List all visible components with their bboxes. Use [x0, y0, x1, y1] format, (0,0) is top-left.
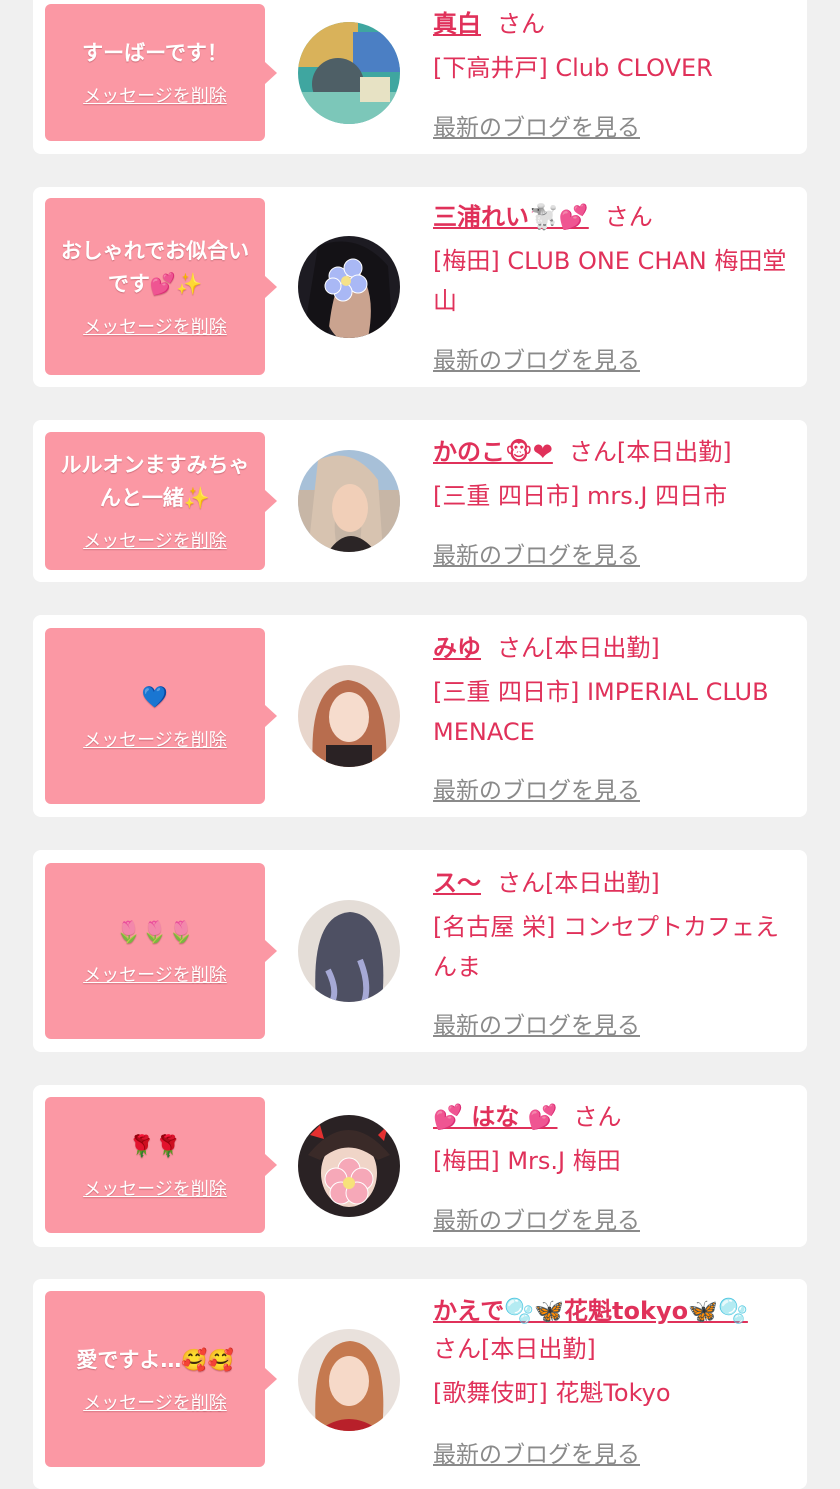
shop-name: [梅田] CLUB ONE CHAN 梅田堂山 — [433, 247, 787, 315]
card-info: 💕 はな 💕 さん [梅田] Mrs.J 梅田 — [433, 1099, 793, 1181]
avatar[interactable] — [298, 236, 400, 338]
message-text: 🌷🌷🌷 — [115, 919, 195, 944]
shop-name: [名古屋 栄] コンセプトカフェえんま — [433, 913, 779, 981]
profile-name-link[interactable]: 真白 — [433, 10, 481, 38]
delete-message-link[interactable]: メッセージを削除 — [83, 961, 227, 987]
message-card: 🌹🌹 メッセージを削除 💕 はな 💕 さん [梅田] Mrs.J 梅田 最新のブロ… — [33, 1085, 807, 1247]
message-text: 🌹🌹 — [128, 1133, 182, 1158]
shop-name: [梅田] Mrs.J 梅田 — [433, 1147, 621, 1175]
message-bubble: 💙 メッセージを削除 — [45, 628, 277, 804]
message-bubble: すーばーです！ メッセージを削除 — [45, 4, 277, 141]
name-suffix: さん[本日出勤] — [433, 1335, 596, 1363]
message-card: 💙 メッセージを削除 みゆ さん[本日出勤] [三重 四日市] IMPERIAL … — [33, 615, 807, 817]
name-suffix: さん[本日出勤] — [497, 869, 660, 897]
message-text: ルルオンますみちゃんと一緒✨ — [60, 453, 250, 510]
latest-blog-link[interactable]: 最新のブログを見る — [433, 1006, 640, 1040]
message-card: 愛ですよ…🥰🥰 メッセージを削除 かえで🫧🦋花魁tokyo🦋🫧 さん[本日出勤] … — [33, 1279, 807, 1489]
card-info: 真白 さん [下高井戸] Club CLOVER — [433, 6, 793, 88]
profile-name-link[interactable]: ス〜 — [433, 869, 481, 897]
message-bubble: おしゃれでお似合いです💕✨ メッセージを削除 — [45, 198, 277, 375]
avatar[interactable] — [298, 1329, 400, 1431]
latest-blog-link[interactable]: 最新のブログを見る — [433, 1435, 640, 1469]
name-suffix: さん — [573, 1103, 622, 1131]
message-card: すーばーです！ メッセージを削除 真白 さん [下高井戸] Club CLOVER… — [33, 0, 807, 154]
card-info: 三浦れい🐩💕 さん [梅田] CLUB ONE CHAN 梅田堂山 — [433, 199, 793, 321]
message-bubble: 🌷🌷🌷 メッセージを削除 — [45, 863, 277, 1039]
card-info: かえで🫧🦋花魁tokyo🦋🫧 さん[本日出勤] [歌舞伎町] 花魁Tokyo — [433, 1293, 793, 1413]
message-bubble: 🌹🌹 メッセージを削除 — [45, 1097, 277, 1233]
profile-name-link[interactable]: かのこ🐵❤ — [433, 438, 553, 466]
avatar[interactable] — [298, 1115, 400, 1217]
message-text: 💙 — [141, 684, 169, 709]
message-card: 🌷🌷🌷 メッセージを削除 ス〜 さん[本日出勤] [名古屋 栄] コンセプトカフェ… — [33, 850, 807, 1052]
card-info: ス〜 さん[本日出勤] [名古屋 栄] コンセプトカフェえんま — [433, 865, 793, 987]
latest-blog-link[interactable]: 最新のブログを見る — [433, 771, 640, 805]
delete-message-link[interactable]: メッセージを削除 — [83, 313, 227, 339]
avatar[interactable] — [298, 450, 400, 552]
shop-name: [三重 四日市] mrs.J 四日市 — [433, 482, 728, 510]
latest-blog-link[interactable]: 最新のブログを見る — [433, 1201, 640, 1235]
profile-name-link[interactable]: かえで🫧🦋花魁tokyo🦋🫧 — [433, 1297, 748, 1325]
shop-name: [歌舞伎町] 花魁Tokyo — [433, 1379, 671, 1407]
message-text: 愛ですよ…🥰🥰 — [76, 1347, 234, 1372]
delete-message-link[interactable]: メッセージを削除 — [83, 527, 227, 553]
message-text: すーばーです！ — [82, 41, 228, 65]
profile-name-link[interactable]: 三浦れい🐩💕 — [433, 203, 589, 231]
message-bubble: 愛ですよ…🥰🥰 メッセージを削除 — [45, 1291, 277, 1467]
name-suffix: さん — [497, 10, 545, 38]
avatar[interactable] — [298, 900, 400, 1002]
delete-message-link[interactable]: メッセージを削除 — [83, 82, 227, 108]
delete-message-link[interactable]: メッセージを削除 — [83, 1389, 227, 1415]
name-suffix: さん[本日出勤] — [497, 634, 660, 662]
latest-blog-link[interactable]: 最新のブログを見る — [433, 108, 640, 142]
name-suffix: さん[本日出勤] — [568, 438, 732, 466]
card-info: かのこ🐵❤ さん[本日出勤] [三重 四日市] mrs.J 四日市 — [433, 434, 793, 516]
message-text: おしゃれでお似合いです💕✨ — [60, 238, 250, 296]
avatar[interactable] — [298, 665, 400, 767]
avatar[interactable] — [298, 22, 400, 124]
profile-name-link[interactable]: 💕 はな 💕 — [433, 1103, 557, 1131]
message-bubble: ルルオンますみちゃんと一緒✨ メッセージを削除 — [45, 432, 277, 570]
card-info: みゆ さん[本日出勤] [三重 四日市] IMPERIAL CLUB MENACE — [433, 630, 793, 752]
latest-blog-link[interactable]: 最新のブログを見る — [433, 536, 640, 570]
message-card: ルルオンますみちゃんと一緒✨ メッセージを削除 かのこ🐵❤ さん[本日出勤] [三… — [33, 420, 807, 582]
shop-name: [下高井戸] Club CLOVER — [433, 54, 713, 82]
delete-message-link[interactable]: メッセージを削除 — [83, 1175, 227, 1201]
profile-name-link[interactable]: みゆ — [433, 634, 481, 662]
latest-blog-link[interactable]: 最新のブログを見る — [433, 341, 640, 375]
message-card: おしゃれでお似合いです💕✨ メッセージを削除 三浦れい🐩💕 さん [梅田] CLU… — [33, 187, 807, 387]
name-suffix: さん — [604, 203, 653, 231]
delete-message-link[interactable]: メッセージを削除 — [83, 726, 227, 752]
shop-name: [三重 四日市] IMPERIAL CLUB MENACE — [433, 678, 769, 746]
